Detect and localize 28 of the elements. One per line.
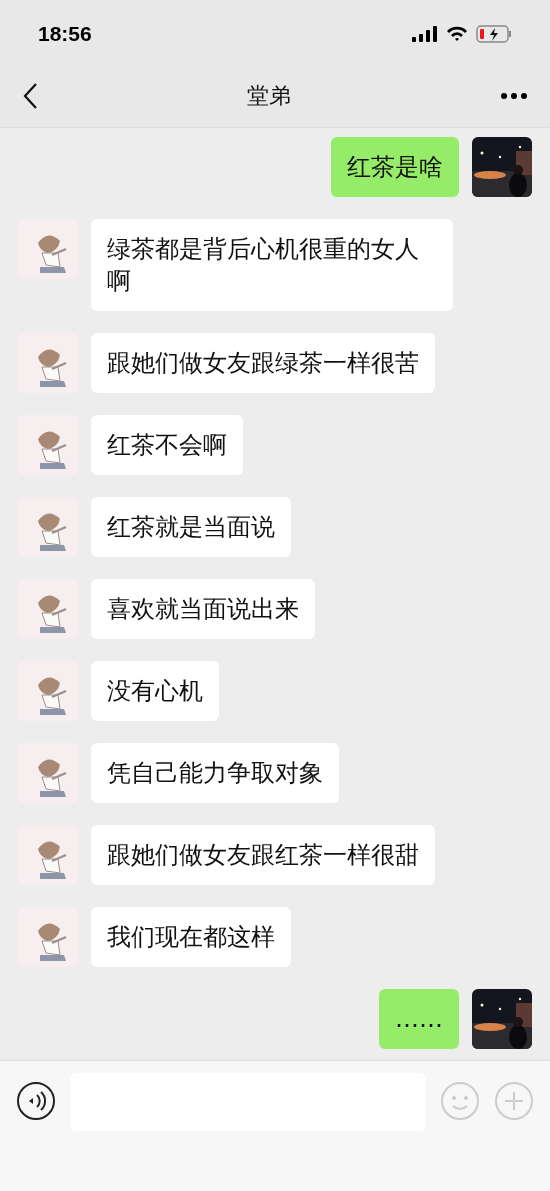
message-bubble: 红茶是啥 xyxy=(331,137,459,197)
message-bubble: 跟她们做女友跟红茶一样很甜 xyxy=(91,825,435,885)
cartoon-avatar-drawing xyxy=(18,415,78,475)
signal-icon xyxy=(412,26,438,42)
message-bubble: 凭自己能力争取对象 xyxy=(91,743,339,803)
cartoon-avatar-drawing xyxy=(18,743,78,803)
cartoon-avatar-drawing xyxy=(18,333,78,393)
message-bubble: 红茶不会啊 xyxy=(91,415,243,475)
cartoon-avatar-drawing xyxy=(18,825,78,885)
status-time: 18:56 xyxy=(38,21,92,48)
battery-icon xyxy=(476,25,512,43)
cartoon-avatar-drawing xyxy=(18,497,78,557)
message-bubble: …… xyxy=(379,989,459,1049)
cartoon-avatar-drawing xyxy=(18,907,78,967)
cartoon-avatar-drawing xyxy=(18,219,78,279)
cartoon-avatar-drawing xyxy=(18,579,78,639)
chat-title: 堂弟 xyxy=(247,82,291,110)
message-bubble: 没有心机 xyxy=(91,661,219,721)
voice-icon[interactable] xyxy=(16,1081,56,1121)
cartoon-avatar-drawing xyxy=(18,661,78,721)
more-icon[interactable] xyxy=(500,91,528,100)
message-bubble: 红茶就是当面说 xyxy=(91,497,291,557)
message-bubble: 喜欢就当面说出来 xyxy=(91,579,315,639)
message-bubble: 我们现在都这样 xyxy=(91,907,291,967)
message-bubble: 绿茶都是背后心机很重的女人啊 xyxy=(91,219,453,311)
wifi-icon xyxy=(446,26,468,42)
message-bubble: 跟她们做女友跟绿茶一样很苦 xyxy=(91,333,435,393)
back-icon[interactable] xyxy=(22,81,38,110)
